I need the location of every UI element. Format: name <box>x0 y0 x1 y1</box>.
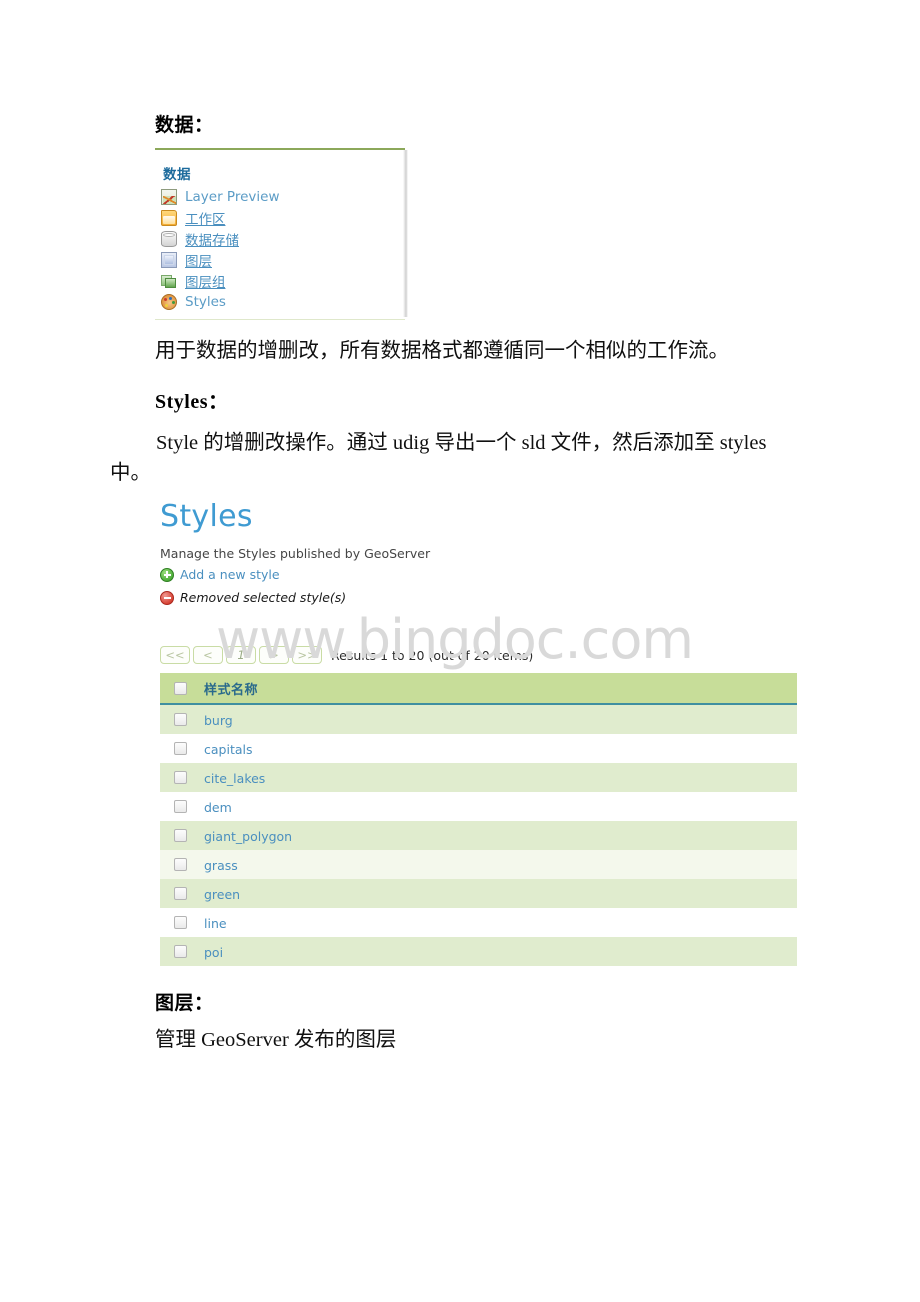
row-checkbox[interactable] <box>174 945 187 958</box>
select-all-cell <box>160 673 204 705</box>
style-name-cell: burg <box>204 704 797 734</box>
data-nav-list: Layer Preview 工作区 数据存储 图层 图层组 Styles <box>161 186 401 312</box>
styles-table: 样式名称 burg capitals cite_lakesdem giant_poly… <box>160 673 797 966</box>
table-row[interactable]: giant_polygon <box>160 821 797 850</box>
geoserver-data-panel: 数据 Layer Preview 工作区 数据存储 图层 图层组 Styles <box>155 148 405 320</box>
sidebar-item-layergroups[interactable]: 图层组 <box>161 270 401 291</box>
style-name-cell: grass <box>204 850 797 879</box>
datastore-database-icon <box>161 230 177 247</box>
row-checkbox[interactable] <box>174 916 187 929</box>
sidebar-item-datastores[interactable]: 数据存储 <box>161 228 401 249</box>
row-select-cell <box>160 937 204 966</box>
workspace-folder-icon <box>161 209 177 226</box>
style-name-cell: line <box>204 908 797 937</box>
styles-table-body: burg capitals cite_lakesdem giant_polygongr… <box>160 704 797 966</box>
sidebar-item-label: Styles <box>185 293 226 310</box>
panel-right-edge <box>403 150 408 317</box>
sidebar-item-label: 图层组 <box>185 274 226 291</box>
geoserver-styles-page: Styles Manage the Styles published by Ge… <box>160 500 800 966</box>
table-row[interactable]: grass <box>160 850 797 879</box>
sidebar-item-workspaces[interactable]: 工作区 <box>161 207 401 228</box>
row-checkbox[interactable] <box>174 858 187 871</box>
table-row[interactable]: dem <box>160 792 797 821</box>
column-header-label: 样式名称 <box>204 682 259 698</box>
results-count-label: Results 1 to 20 (out of 20 items) <box>331 647 534 663</box>
pager-next-button[interactable]: > <box>259 646 289 664</box>
paragraph-styles: Style 的增删改操作。通过 udig 导出一个 sld 文件，然后添加至 s… <box>110 432 767 484</box>
row-checkbox[interactable] <box>174 829 187 842</box>
row-select-cell <box>160 821 204 850</box>
row-select-cell <box>160 908 204 937</box>
pager-last-button[interactable]: >> <box>292 646 322 664</box>
style-name-cell: poi <box>204 937 797 966</box>
table-row[interactable]: cite_lakes <box>160 763 797 792</box>
table-header-row: 样式名称 <box>160 673 797 705</box>
page-title: Styles <box>160 499 253 534</box>
remove-circle-icon <box>160 590 174 605</box>
row-checkbox[interactable] <box>174 713 187 726</box>
table-row[interactable]: capitals <box>160 734 797 763</box>
table-row[interactable]: burg <box>160 704 797 734</box>
style-name-link[interactable]: dem <box>204 800 232 815</box>
style-name-link[interactable]: poi <box>204 945 223 960</box>
document-page: 数据： 数据 Layer Preview 工作区 数据存储 图层 图层组 Sty… <box>0 0 920 1302</box>
style-name-link[interactable]: cite_lakes <box>204 771 265 786</box>
layer-preview-icon <box>161 188 177 205</box>
style-name-cell: cite_lakes <box>204 763 797 792</box>
add-new-style-link[interactable]: Add a new style <box>160 565 800 584</box>
paragraph-layers: 管理 GeoServer 发布的图层 <box>155 1029 397 1051</box>
style-name-link[interactable]: giant_polygon <box>204 829 292 844</box>
page-subtitle: Manage the Styles published by GeoServer <box>160 546 431 561</box>
row-select-cell <box>160 879 204 908</box>
layer-icon <box>161 251 177 268</box>
row-checkbox[interactable] <box>174 742 187 755</box>
sidebar-item-layers[interactable]: 图层 <box>161 249 401 270</box>
style-name-link[interactable]: burg <box>204 713 233 728</box>
add-new-style-label: Add a new style <box>180 567 280 582</box>
row-checkbox[interactable] <box>174 887 187 900</box>
style-name-link[interactable]: line <box>204 916 227 931</box>
pager-prev-button[interactable]: < <box>193 646 223 664</box>
sidebar-item-layer-preview[interactable]: Layer Preview <box>161 186 401 207</box>
sidebar-item-label: Layer Preview <box>185 188 280 205</box>
table-row[interactable]: poi <box>160 937 797 966</box>
layergroup-icon <box>161 273 177 289</box>
sidebar-item-label: 工作区 <box>185 211 226 228</box>
table-row[interactable]: line <box>160 908 797 937</box>
paragraph-data: 用于数据的增删改，所有数据格式都遵循同一个相似的工作流。 <box>155 340 729 362</box>
row-select-cell <box>160 704 204 734</box>
heading-data: 数据： <box>155 114 214 136</box>
style-name-link[interactable]: green <box>204 887 240 902</box>
style-name-cell: giant_polygon <box>204 821 797 850</box>
column-header-style-name[interactable]: 样式名称 <box>204 673 797 705</box>
style-name-cell: dem <box>204 792 797 821</box>
row-select-cell <box>160 734 204 763</box>
row-checkbox[interactable] <box>174 771 187 784</box>
data-panel-title: 数据 <box>163 167 191 183</box>
select-all-checkbox[interactable] <box>174 681 187 695</box>
row-select-cell <box>160 850 204 879</box>
sidebar-item-label: 图层 <box>185 253 212 270</box>
row-select-cell <box>160 763 204 792</box>
remove-selected-styles-link[interactable]: Removed selected style(s) <box>160 588 800 607</box>
sidebar-item-label: 数据存储 <box>185 232 239 249</box>
pager-page-1-button[interactable]: 1 <box>226 646 256 664</box>
add-circle-icon <box>160 567 174 582</box>
style-name-cell: green <box>204 879 797 908</box>
style-name-cell: capitals <box>204 734 797 763</box>
table-row[interactable]: green <box>160 879 797 908</box>
heading-styles: Styles： <box>155 391 229 413</box>
sidebar-item-styles[interactable]: Styles <box>161 291 401 312</box>
row-checkbox[interactable] <box>174 800 187 813</box>
remove-selected-styles-label: Removed selected style(s) <box>180 590 347 605</box>
pager-first-button[interactable]: << <box>160 646 190 664</box>
style-name-link[interactable]: capitals <box>204 742 253 757</box>
pagination-controls: << < 1 > >> Results 1 to 20 (out of 20 i… <box>160 645 800 665</box>
style-name-link[interactable]: grass <box>204 858 238 873</box>
row-select-cell <box>160 792 204 821</box>
heading-layers: 图层： <box>155 992 214 1014</box>
styles-palette-icon <box>161 293 177 310</box>
